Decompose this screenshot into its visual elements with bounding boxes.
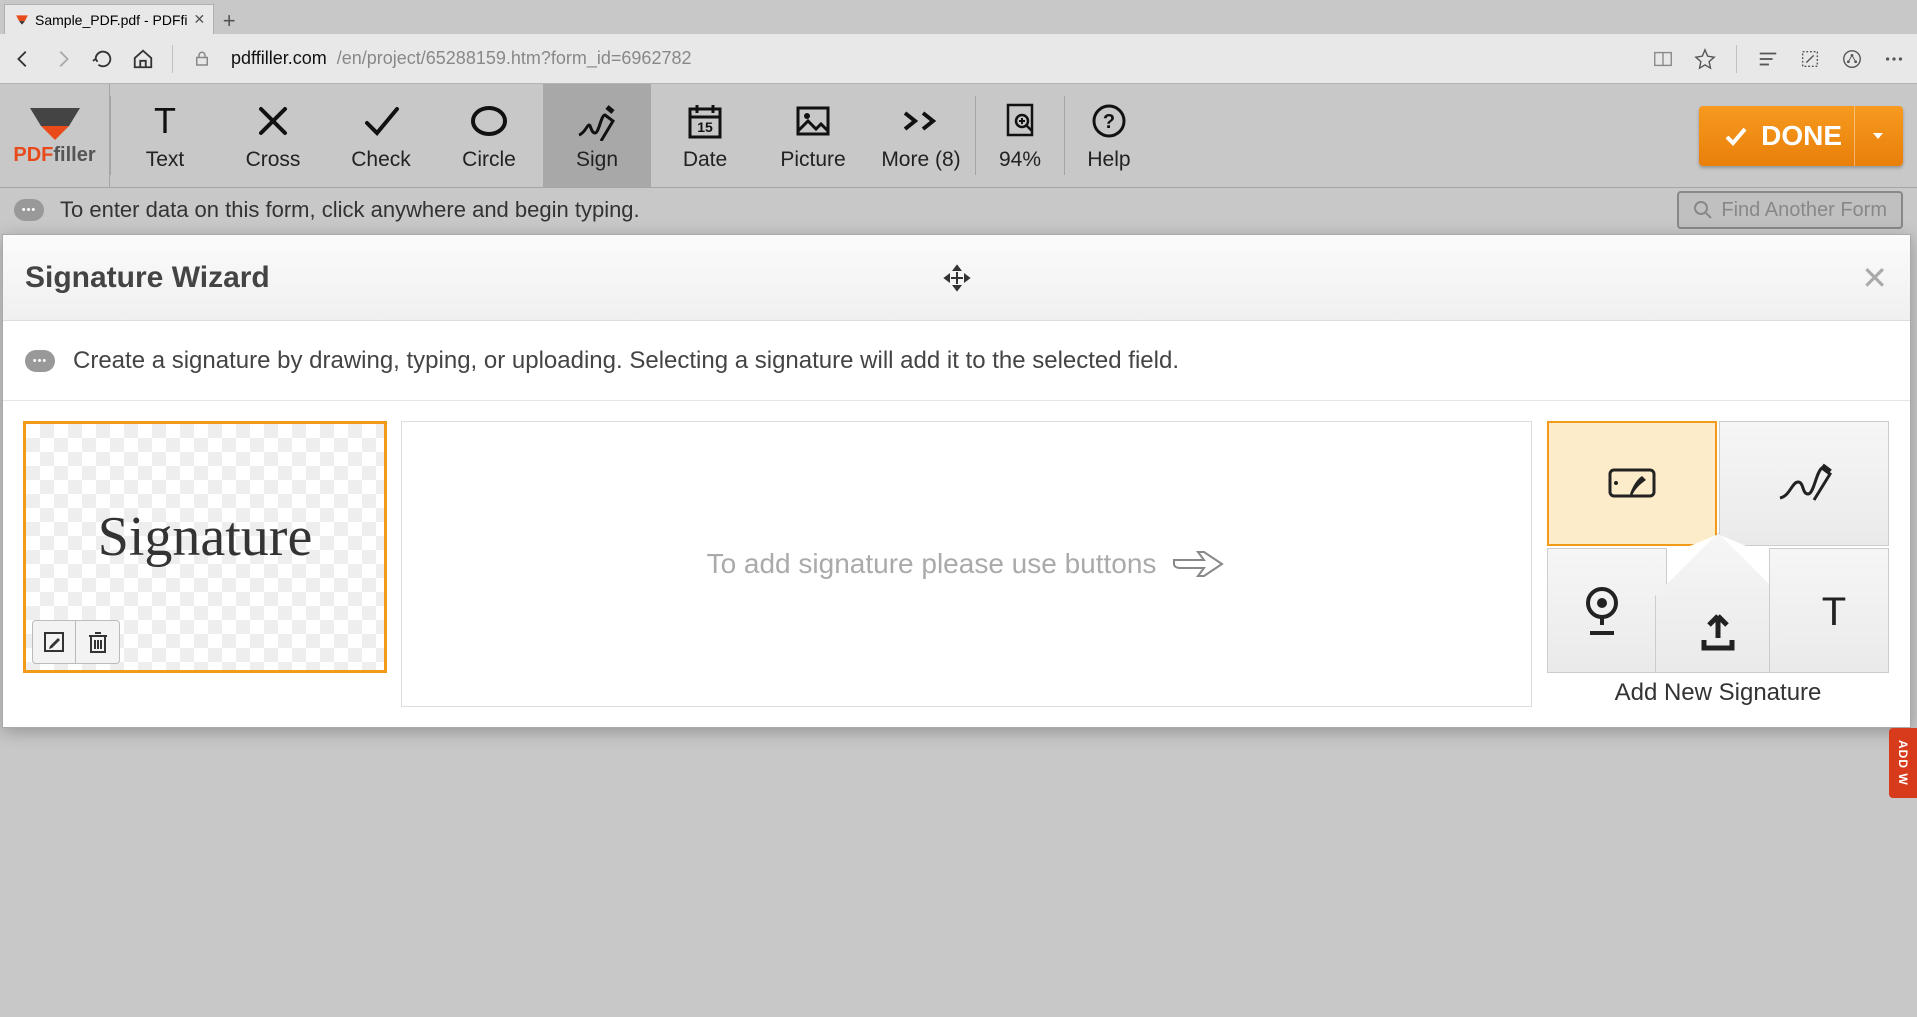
sign-icon bbox=[573, 101, 621, 141]
svg-text:T: T bbox=[1822, 590, 1846, 633]
forward-button[interactable] bbox=[52, 48, 74, 70]
tool-picture[interactable]: Picture bbox=[759, 84, 867, 187]
separator bbox=[1736, 45, 1737, 73]
tool-help[interactable]: ? Help bbox=[1065, 84, 1153, 187]
search-icon bbox=[1693, 200, 1713, 220]
method-webcam[interactable] bbox=[1547, 548, 1667, 673]
add-new-signature-label: Add New Signature bbox=[1615, 679, 1822, 707]
hint-bar: ••• To enter data on this form, click an… bbox=[0, 188, 1917, 232]
lock-icon bbox=[191, 48, 213, 70]
refresh-button[interactable] bbox=[92, 48, 114, 70]
edit-icon bbox=[42, 630, 66, 654]
app-logo[interactable]: PDFfiller bbox=[0, 84, 110, 187]
hint-text: To enter data on this form, click anywhe… bbox=[60, 197, 640, 223]
tool-cross[interactable]: Cross bbox=[219, 84, 327, 187]
tool-check[interactable]: Check bbox=[327, 84, 435, 187]
pointing-hand-icon bbox=[1170, 546, 1226, 582]
delete-signature-button[interactable] bbox=[76, 620, 120, 664]
more-chevron-icon bbox=[901, 109, 941, 133]
signature-wizard-dialog: Signature Wizard ✕ ••• Create a signatur… bbox=[2, 234, 1911, 728]
circle-icon bbox=[469, 101, 509, 141]
new-tab-button[interactable]: + bbox=[214, 8, 244, 34]
favorite-icon[interactable] bbox=[1694, 48, 1716, 70]
tool-sign[interactable]: Sign bbox=[543, 84, 651, 187]
tool-more[interactable]: More (8) bbox=[867, 84, 975, 187]
type-icon: T bbox=[1814, 589, 1854, 633]
signature-method-grid: T bbox=[1547, 421, 1889, 673]
svg-text:?: ? bbox=[1103, 111, 1115, 133]
url-host: pdffiller.com bbox=[231, 48, 327, 69]
tab-close-icon[interactable]: ✕ bbox=[194, 11, 206, 28]
text-icon: T bbox=[145, 101, 185, 141]
calendar-icon: 15 bbox=[685, 101, 725, 141]
move-handle-icon[interactable] bbox=[943, 264, 971, 292]
hint-bubble-icon: ••• bbox=[25, 350, 55, 372]
browser-tab[interactable]: Sample_PDF.pdf - PDFfi ✕ bbox=[4, 4, 214, 34]
edit-signature-button[interactable] bbox=[32, 620, 76, 664]
dialog-title: Signature Wizard bbox=[25, 261, 270, 295]
share-icon[interactable] bbox=[1841, 48, 1863, 70]
check-icon bbox=[361, 101, 401, 141]
method-type[interactable]: T bbox=[1769, 548, 1889, 673]
reading-view-icon[interactable] bbox=[1652, 48, 1674, 70]
find-another-form-button[interactable]: Find Another Form bbox=[1677, 191, 1903, 229]
pdffiller-favicon bbox=[15, 13, 29, 27]
tab-title: Sample_PDF.pdf - PDFfi bbox=[35, 12, 188, 28]
browser-address-bar: pdffiller.com/en/project/65288159.htm?fo… bbox=[0, 34, 1917, 84]
picture-icon bbox=[793, 101, 833, 141]
dialog-close-button[interactable]: ✕ bbox=[1861, 259, 1888, 297]
dialog-header: Signature Wizard ✕ bbox=[3, 235, 1910, 321]
notes-icon[interactable] bbox=[1799, 48, 1821, 70]
webcam-icon bbox=[1580, 585, 1624, 637]
tool-text[interactable]: T Text bbox=[111, 84, 219, 187]
tool-zoom[interactable]: 94% bbox=[976, 84, 1064, 187]
app-toolbar: PDFfiller T Text Cross Check Circle Sign… bbox=[0, 84, 1917, 188]
tool-circle[interactable]: Circle bbox=[435, 84, 543, 187]
more-icon[interactable] bbox=[1883, 48, 1905, 70]
brand-pdf: PDF bbox=[13, 144, 53, 166]
method-draw[interactable] bbox=[1719, 421, 1889, 546]
url-field[interactable]: pdffiller.com/en/project/65288159.htm?fo… bbox=[231, 48, 1634, 69]
separator bbox=[172, 45, 173, 73]
phone-capture-icon bbox=[1604, 460, 1660, 508]
cross-icon bbox=[255, 103, 291, 139]
existing-signature-tile[interactable]: Signature bbox=[23, 421, 387, 673]
method-capture[interactable] bbox=[1547, 421, 1717, 546]
signature-preview: Signature bbox=[98, 505, 313, 569]
dialog-hint-text: Create a signature by drawing, typing, o… bbox=[73, 347, 1179, 375]
upload-icon bbox=[1698, 608, 1738, 652]
home-button[interactable] bbox=[132, 48, 154, 70]
help-icon: ? bbox=[1091, 103, 1127, 139]
side-tab-add[interactable]: ADD W bbox=[1889, 728, 1917, 798]
done-dropdown[interactable] bbox=[1854, 106, 1885, 166]
check-icon bbox=[1723, 123, 1749, 149]
browser-tab-strip: Sample_PDF.pdf - PDFfi ✕ + bbox=[0, 0, 1917, 34]
back-button[interactable] bbox=[12, 48, 34, 70]
signature-placeholder: To add signature please use buttons bbox=[401, 421, 1532, 707]
draw-icon bbox=[1774, 462, 1834, 506]
done-button[interactable]: DONE bbox=[1699, 106, 1903, 166]
zoom-icon bbox=[1002, 101, 1038, 141]
svg-text:T: T bbox=[154, 101, 176, 141]
add-new-signature-panel: T Add New Signature bbox=[1546, 421, 1890, 707]
method-upload[interactable] bbox=[1655, 533, 1781, 673]
svg-text:15: 15 bbox=[697, 119, 713, 135]
chevron-down-icon bbox=[1871, 129, 1885, 143]
dialog-body: Signature To add signature please use bu… bbox=[3, 401, 1910, 727]
hint-bubble-icon[interactable]: ••• bbox=[14, 199, 44, 221]
url-path: /en/project/65288159.htm?form_id=6962782 bbox=[337, 48, 692, 69]
reading-list-icon[interactable] bbox=[1757, 48, 1779, 70]
brand-filler: filler bbox=[53, 144, 95, 166]
tool-date[interactable]: 15 Date bbox=[651, 84, 759, 187]
trash-icon bbox=[87, 630, 109, 654]
pdffiller-logo-icon bbox=[25, 104, 85, 144]
dialog-hint-row: ••• Create a signature by drawing, typin… bbox=[3, 321, 1910, 401]
browser-right-icons bbox=[1652, 45, 1905, 73]
